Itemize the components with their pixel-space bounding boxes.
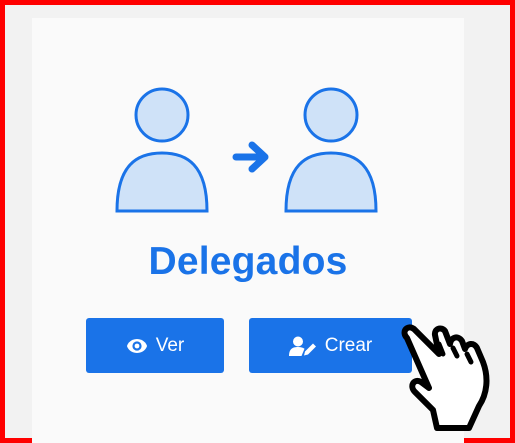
page-title: Delegados: [148, 240, 348, 283]
target-user-icon: [284, 87, 378, 213]
user-edit-icon: [288, 336, 316, 356]
ver-button-label: Ver: [155, 334, 185, 356]
eye-icon: [126, 338, 147, 353]
pointing-hand-cursor-icon: [401, 324, 490, 431]
ver-button[interactable]: Ver: [86, 318, 224, 373]
crear-button-label: Crear: [324, 334, 373, 356]
crear-button[interactable]: Crear: [249, 318, 412, 373]
user-transfer-icon: [115, 87, 378, 213]
source-user-icon: [115, 87, 209, 213]
arrow-right-icon: [232, 141, 269, 173]
